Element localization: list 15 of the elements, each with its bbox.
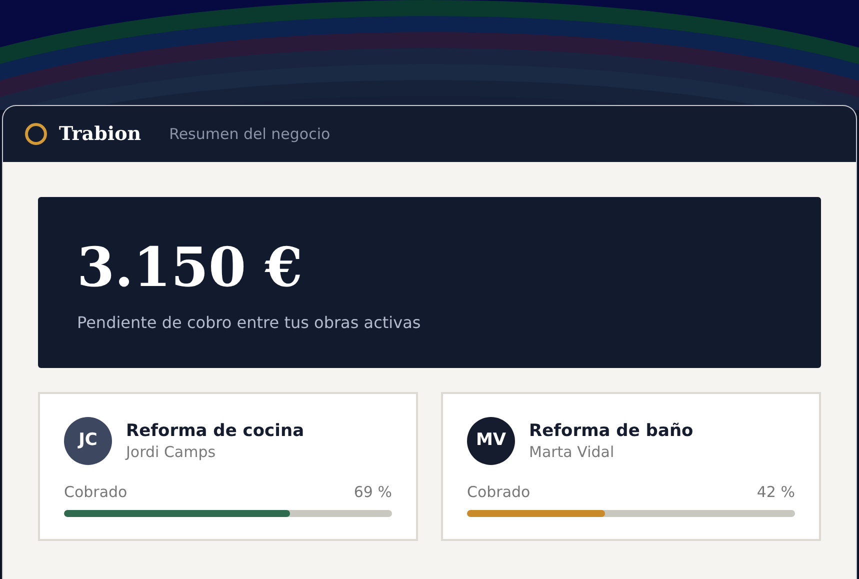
pending-amount: 3.150 € (77, 235, 304, 299)
page-subtitle: Resumen del negocio (169, 124, 330, 145)
progress-percent: 69 % (354, 482, 392, 503)
avatar: MV (467, 417, 515, 465)
avatar: JC (64, 417, 112, 465)
progress-label: Cobrado (467, 482, 530, 503)
client-name: Marta Vidal (529, 442, 616, 462)
client-name: Jordi Camps (126, 442, 217, 462)
project-title: Reforma de baño (529, 420, 694, 442)
summary-caption: Pendiente de cobro entre tus obras activas (77, 312, 422, 334)
project-title: Reforma de cocina (126, 420, 304, 442)
app-name: Trabion (59, 122, 142, 147)
ring-logo-icon (25, 123, 47, 145)
progress-label: Cobrado (64, 482, 128, 503)
progress-percent: 42 % (756, 482, 795, 503)
